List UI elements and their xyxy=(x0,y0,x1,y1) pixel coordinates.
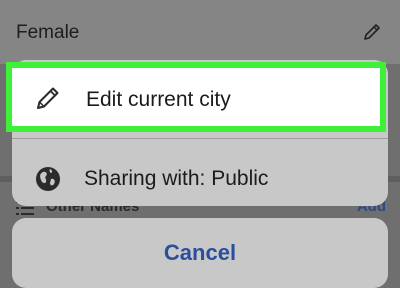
globe-icon xyxy=(36,167,60,191)
background-profile-row: Female xyxy=(0,0,400,64)
pencil-icon xyxy=(364,24,380,40)
sharing-public-action[interactable]: Sharing with: Public xyxy=(12,144,388,206)
cancel-label: Cancel xyxy=(163,240,237,265)
edit-current-city-button[interactable]: Edit current city xyxy=(6,62,386,132)
gender-value: Female xyxy=(16,22,80,43)
cancel-button[interactable]: Cancel xyxy=(12,218,388,288)
pencil-icon xyxy=(37,87,59,109)
edit-current-city-label: Edit current city xyxy=(86,88,231,111)
sharing-label: Sharing with: Public xyxy=(84,167,269,190)
sheet-divider xyxy=(12,138,388,139)
